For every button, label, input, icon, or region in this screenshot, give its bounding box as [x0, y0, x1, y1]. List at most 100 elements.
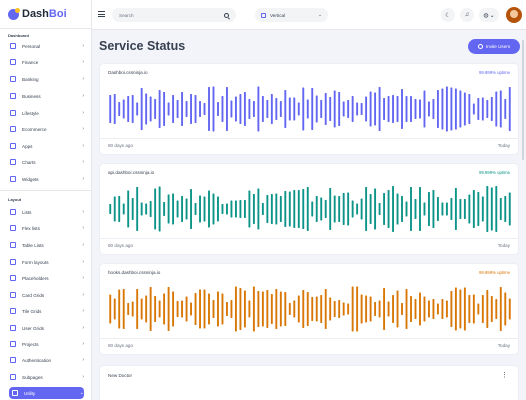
uptime-bar [504, 292, 507, 326]
sidebar-item-card-grids[interactable]: Card Grids › [10, 289, 84, 301]
uptime-bar [454, 188, 457, 230]
sidebar-item-authentication[interactable]: Authentication › [10, 354, 84, 366]
uptime-bar [320, 100, 323, 118]
scrollbar-thumb[interactable] [522, 40, 524, 160]
chevron-right-icon: › [82, 76, 84, 82]
users-icon [10, 325, 16, 331]
uptime-bar [459, 199, 462, 219]
sidebar-item-utility[interactable]: Utility ⌄ [9, 387, 84, 399]
user-plus-icon [477, 44, 483, 49]
uptime-bar [158, 90, 161, 128]
uptime-bar [288, 303, 291, 315]
sidebar-item-subpages[interactable]: Subpages › [10, 371, 84, 383]
uptime-bar [423, 296, 426, 322]
sidebar-item-apps[interactable]: Apps › [10, 140, 84, 152]
sidebar-item-tile-grids[interactable]: Tile Grids › [10, 305, 84, 317]
layout-select[interactable]: Vertical ⌄ [255, 8, 328, 22]
uptime-bar [239, 94, 242, 124]
dark-mode-toggle[interactable]: ☾ [441, 8, 455, 22]
uptime-bar [275, 193, 278, 225]
apps-icon [10, 143, 16, 149]
uptime-bar [221, 293, 224, 325]
uptime-bar [261, 203, 264, 215]
uptime-bar [226, 87, 228, 131]
uptime-bar [158, 186, 161, 232]
uptime-bar [118, 196, 121, 222]
uptime-bar [131, 301, 134, 317]
menu-icon[interactable] [98, 11, 105, 17]
uptime-bar [432, 299, 435, 319]
chevron-right-icon: › [82, 275, 84, 281]
notifications-button[interactable]: ♫ [460, 8, 474, 22]
uptime-bar [275, 289, 278, 329]
globe-icon: ◍ [483, 12, 489, 19]
uptime-bar [248, 99, 251, 119]
sidebar-item-placeholders[interactable]: Placeholders › [10, 272, 84, 284]
uptime-bar [109, 294, 112, 324]
sidebar-item-widgets[interactable]: Widgets › [10, 173, 84, 185]
uptime-bar [419, 292, 421, 326]
uptime-bar [396, 193, 399, 225]
uptime-bar [374, 302, 377, 316]
uptime-bar [234, 96, 237, 122]
sidebar-item-form-layouts[interactable]: Form layouts › [10, 256, 84, 268]
uptime-bar [320, 295, 323, 323]
chevron-right-icon: › [82, 325, 84, 331]
uptime-bar [234, 286, 237, 332]
sidebar-item-ecommerce[interactable]: Ecommerce › [10, 123, 84, 135]
service-uptime: 99.999% uptime [478, 270, 510, 275]
uptime-bar [113, 196, 116, 222]
sidebar-item-user-grids[interactable]: User Grids › [10, 322, 84, 334]
sidebar-divider [0, 28, 92, 29]
invite-users-button[interactable]: Invite Users [468, 39, 520, 54]
uptime-bar [122, 203, 125, 215]
uptime-bar [172, 291, 175, 327]
more-options-icon[interactable]: ⋮ [501, 371, 508, 379]
sidebar-item-flex-lists[interactable]: Flex lists › [10, 222, 84, 234]
uptime-bar [450, 87, 453, 131]
service-card: api.dashboi.cssninja.io 99.999% uptime 9… [99, 163, 519, 255]
sidebar-item-business[interactable]: Business › [10, 90, 84, 102]
topbar: Search Vertical ⌄ ☾ ♫ ◍ ⌄ [92, 0, 526, 30]
uptime-bar [234, 200, 237, 218]
sidebar-item-projects[interactable]: Projects › [10, 338, 84, 350]
sidebar-item-charts[interactable]: Charts › [10, 156, 84, 168]
uptime-bar [454, 88, 457, 130]
sidebar-item-lifestyle[interactable]: Lifestyle › [10, 107, 84, 119]
sidebar-item-lists[interactable]: Lists › [10, 206, 84, 218]
uptime-bar [410, 96, 412, 122]
chevron-right-icon: › [82, 59, 84, 65]
uptime-bar [504, 196, 507, 222]
language-select[interactable]: ◍ ⌄ [479, 8, 499, 22]
folder-icon [10, 341, 16, 347]
uptime-bar [154, 296, 157, 322]
page-title: Service Status [99, 39, 186, 53]
uptime-bar [190, 302, 192, 316]
search-input[interactable]: Search [112, 8, 236, 22]
moon-icon: ☾ [445, 12, 451, 19]
uptime-bar [436, 90, 439, 128]
search-placeholder: Search [119, 12, 134, 18]
uptime-bar [365, 96, 368, 122]
avatar[interactable] [506, 7, 522, 23]
uptime-bar [445, 202, 448, 216]
sidebar-item-personal[interactable]: Personal › [10, 40, 84, 52]
uptime-bar [167, 194, 170, 224]
uptime-bar [383, 193, 386, 225]
chevron-down-icon: ⌄ [79, 390, 84, 396]
uptime-bar [423, 202, 426, 216]
sidebar-item-finance[interactable]: Finance › [10, 56, 84, 68]
chevron-right-icon: › [82, 143, 84, 149]
brand-logo[interactable]: DashBoi [8, 6, 67, 22]
sidebar-item-banking[interactable]: Banking › [10, 73, 84, 85]
sidebar-item-table-lists[interactable]: Table Lists › [10, 239, 84, 251]
uptime-bar [454, 287, 457, 331]
uptime-bar [329, 297, 332, 321]
uptime-bar [445, 86, 448, 132]
chevron-right-icon: › [82, 93, 84, 99]
uptime-bar [365, 295, 368, 323]
uptime-bar [279, 101, 282, 117]
uptime-bar [217, 291, 219, 327]
uptime-bar [163, 92, 166, 126]
uptime-bar [472, 190, 475, 228]
